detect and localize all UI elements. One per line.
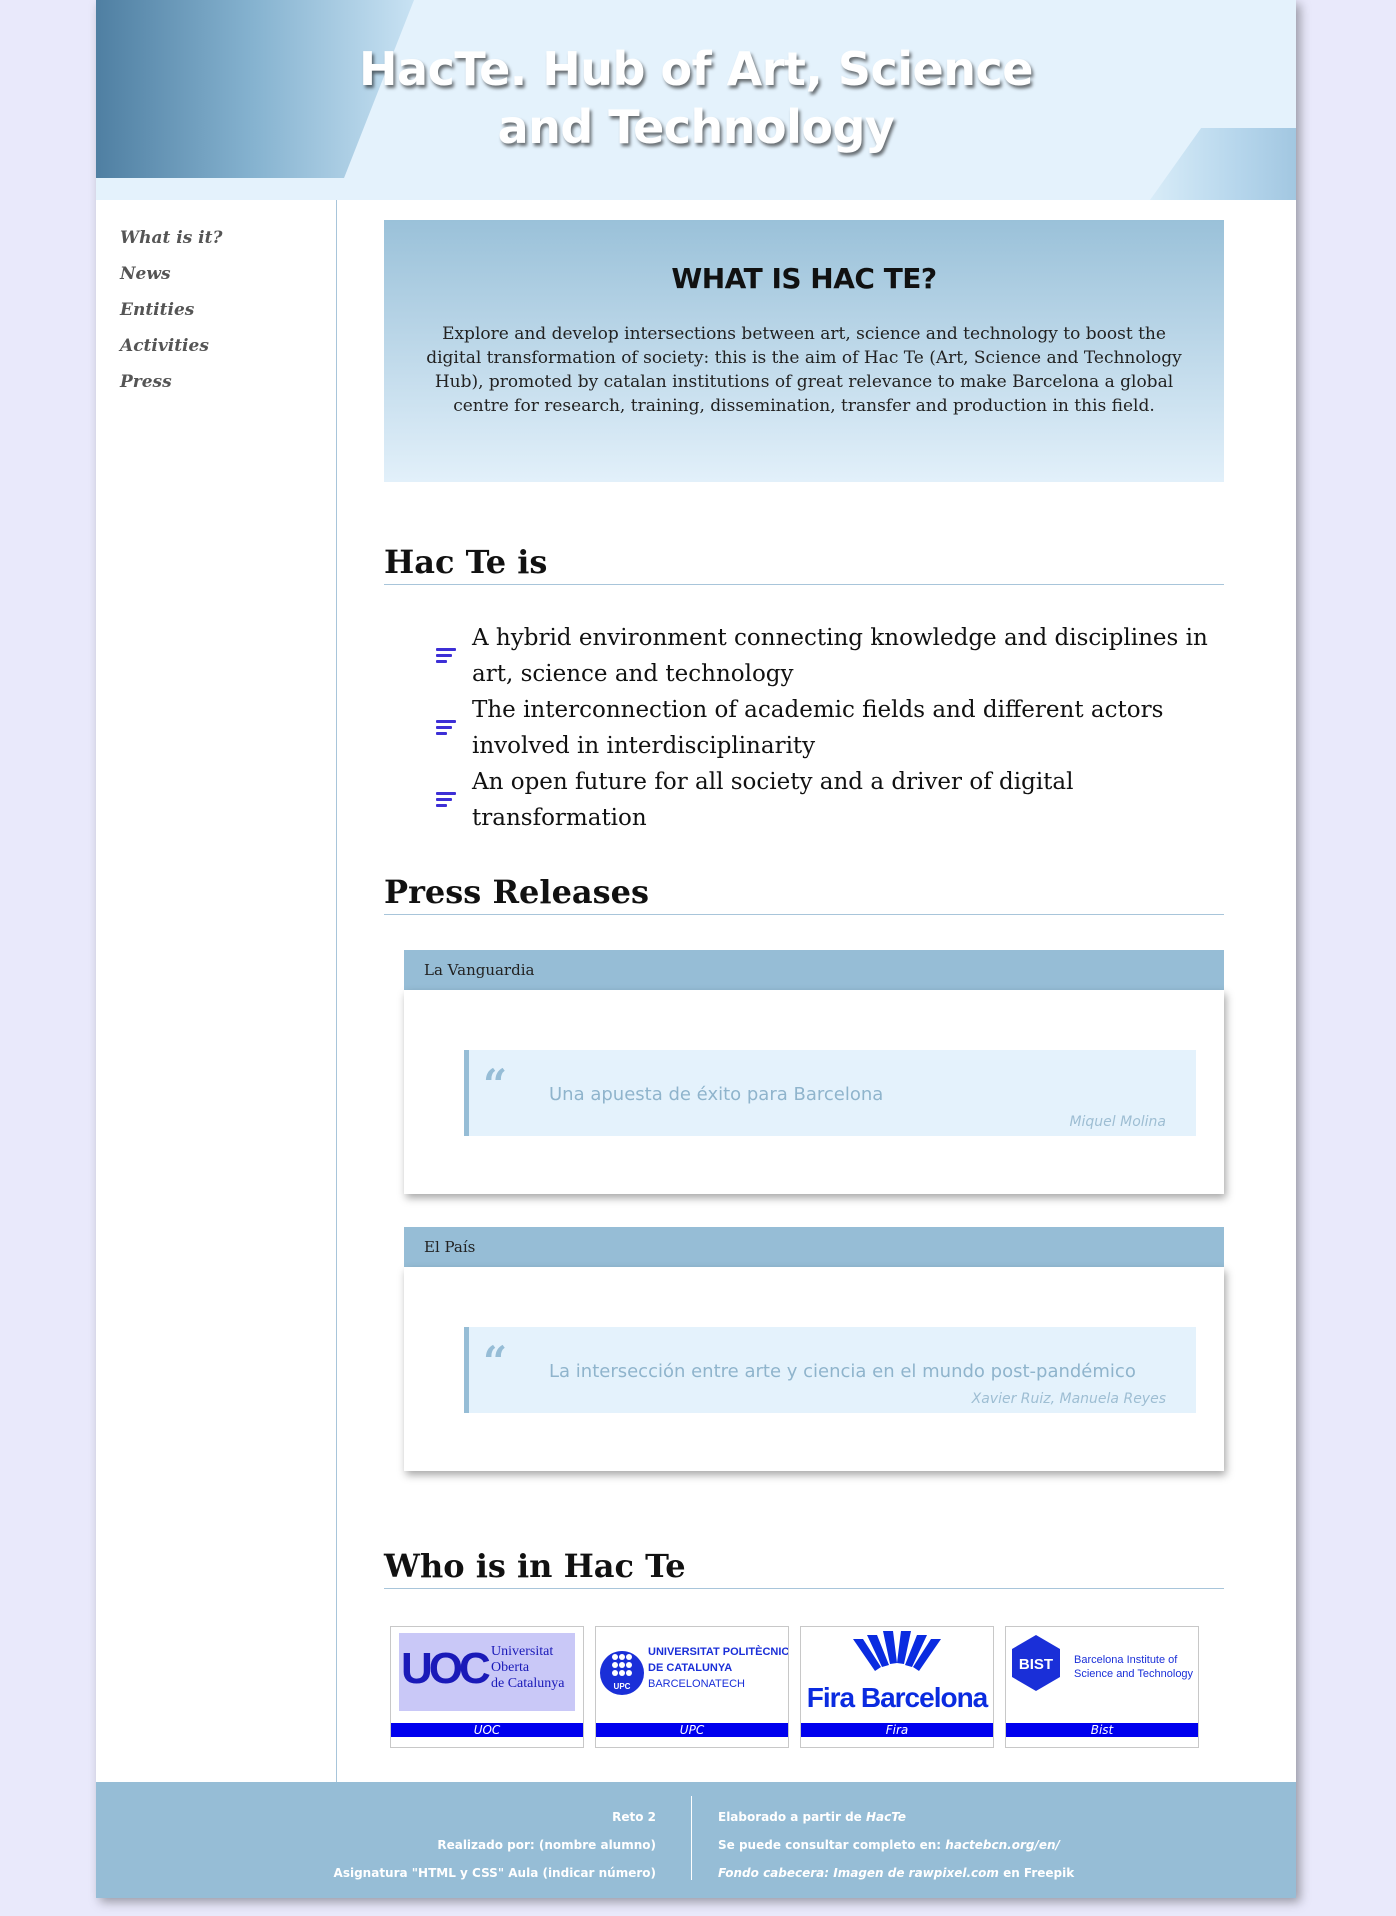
- svg-text:UOC: UOC: [401, 1644, 490, 1693]
- sidebar-item-press[interactable]: Press: [120, 372, 172, 392]
- fira-logo-icon: Fira Barcelona: [807, 1631, 990, 1713]
- hero-box: WHAT IS HAC TE? Explore and develop inte…: [384, 220, 1224, 482]
- svg-text:UPC: UPC: [614, 1682, 631, 1691]
- press-title: Press Releases: [384, 872, 1224, 915]
- site-footer: Reto 2 Realizado por: (nombre alumno) As…: [96, 1782, 1296, 1898]
- press-source: El País: [404, 1227, 1224, 1267]
- sidebar-item-news[interactable]: News: [120, 264, 171, 284]
- press-quote: “ La intersección entre arte y ciencia e…: [464, 1327, 1196, 1413]
- quote-author: Xavier Ruiz, Manuela Reyes: [971, 1391, 1166, 1407]
- footer-source-line: Elaborado a partir de HacTe: [718, 1810, 907, 1824]
- footer-url-line: Se puede consultar completo en: hactebcn…: [718, 1838, 1060, 1852]
- quote-icon: “: [483, 1060, 508, 1109]
- quote-author: Miquel Molina: [1069, 1114, 1166, 1130]
- press-card: El País “ La intersección entre arte y c…: [404, 1227, 1224, 1471]
- members-title: Who is in Hac Te: [384, 1546, 1224, 1589]
- list-item-text: The interconnection of academic fields a…: [472, 697, 1164, 759]
- list-item: A hybrid environment connecting knowledg…: [436, 620, 1216, 692]
- press-quote: “ Una apuesta de éxito para Barcelona Mi…: [464, 1050, 1196, 1136]
- list-bullet-icon: [436, 720, 456, 736]
- svg-text:Oberta: Oberta: [491, 1660, 530, 1675]
- logo-caption: UPC: [596, 1723, 788, 1737]
- press-source: La Vanguardia: [404, 950, 1224, 990]
- header-decoration-right: [1150, 128, 1296, 200]
- uoc-logo-icon: UOC Universitat Oberta de Catalunya: [399, 1633, 575, 1711]
- list-bullet-icon: [436, 648, 456, 664]
- quote-icon: “: [483, 1337, 508, 1386]
- footer-right: Elaborado a partir de HacTe Se puede con…: [718, 1808, 1074, 1892]
- footer-author: Realizado por: (nombre alumno): [437, 1838, 656, 1852]
- site-title: HacTe. Hub of Art, Science and Technolog…: [359, 42, 1033, 154]
- footer-course: Asignatura "HTML y CSS" Aula (indicar nú…: [333, 1866, 656, 1880]
- about-title: Hac Te is: [384, 542, 1224, 585]
- svg-text:Science and Technology: Science and Technology: [1074, 1668, 1194, 1680]
- upc-logo-icon: UPC UNIVERSITAT POLITÈCNICA DE CATALUNYA…: [600, 1645, 788, 1695]
- logo-caption: Bist: [1006, 1723, 1198, 1737]
- hero-text: Explore and develop intersections betwee…: [426, 324, 1182, 416]
- quote-text: La intersección entre arte y ciencia en …: [549, 1361, 1136, 1382]
- svg-text:BARCELONATECH: BARCELONATECH: [648, 1678, 745, 1690]
- bist-logo-icon: BIST Barcelona Institute of Science and …: [1012, 1635, 1194, 1691]
- svg-text:de Catalunya: de Catalunya: [491, 1676, 565, 1691]
- press-card-body: “ Una apuesta de éxito para Barcelona Mi…: [404, 990, 1224, 1194]
- footer-source-link[interactable]: HacTe: [866, 1810, 906, 1824]
- svg-text:DE CATALUNYA: DE CATALUNYA: [648, 1662, 732, 1674]
- svg-text:Fira Barcelona: Fira Barcelona: [807, 1682, 989, 1713]
- list-item-text: A hybrid environment connecting knowledg…: [472, 625, 1208, 687]
- sidebar-nav: What is it? News Entities Activities Pre…: [96, 200, 337, 1782]
- footer-left: Reto 2 Realizado por: (nombre alumno) As…: [334, 1808, 656, 1892]
- site-header: HacTe. Hub of Art, Science and Technolog…: [96, 0, 1296, 200]
- logo-bist[interactable]: BIST Barcelona Institute of Science and …: [1005, 1626, 1199, 1748]
- svg-text:Barcelona Institute of: Barcelona Institute of: [1074, 1654, 1178, 1666]
- sidebar-item-activities[interactable]: Activities: [120, 336, 209, 356]
- sidebar-item-entities[interactable]: Entities: [120, 300, 194, 320]
- hero-title: WHAT IS HAC TE?: [671, 262, 937, 295]
- about-list: A hybrid environment connecting knowledg…: [436, 620, 1216, 836]
- page: HacTe. Hub of Art, Science and Technolog…: [96, 0, 1296, 1898]
- svg-text:UNIVERSITAT POLITÈCNICA: UNIVERSITAT POLITÈCNICA: [648, 1645, 788, 1658]
- footer-divider: [691, 1796, 692, 1880]
- logo-uoc[interactable]: UOC Universitat Oberta de Catalunya UOC: [390, 1626, 584, 1748]
- list-item: The interconnection of academic fields a…: [436, 692, 1216, 764]
- footer-credit-line: Fondo cabecera: Imagen de rawpixel.com e…: [718, 1866, 1075, 1880]
- quote-text: Una apuesta de éxito para Barcelona: [549, 1084, 884, 1105]
- logo-caption: UOC: [391, 1723, 583, 1737]
- svg-text:BIST: BIST: [1019, 1656, 1053, 1673]
- press-card-body: “ La intersección entre arte y ciencia e…: [404, 1267, 1224, 1471]
- member-logos: UOC Universitat Oberta de Catalunya UOC …: [390, 1626, 1220, 1748]
- logo-caption: Fira: [801, 1723, 993, 1737]
- sidebar-item-what-is-it[interactable]: What is it?: [120, 228, 222, 248]
- logo-upc[interactable]: UPC UNIVERSITAT POLITÈCNICA DE CATALUNYA…: [595, 1626, 789, 1748]
- list-item-text: An open future for all society and a dri…: [472, 769, 1074, 831]
- svg-text:Universitat: Universitat: [491, 1644, 553, 1659]
- footer-url-link[interactable]: hactebcn.org/en/: [945, 1838, 1060, 1852]
- logo-fira[interactable]: Fira Barcelona Fira: [800, 1626, 994, 1748]
- footer-reto: Reto 2: [612, 1810, 656, 1824]
- press-card: La Vanguardia “ Una apuesta de éxito par…: [404, 950, 1224, 1194]
- footer-credit-link[interactable]: Fondo cabecera: Imagen de rawpixel.com: [718, 1866, 999, 1880]
- list-item: An open future for all society and a dri…: [436, 764, 1216, 836]
- list-bullet-icon: [436, 792, 456, 808]
